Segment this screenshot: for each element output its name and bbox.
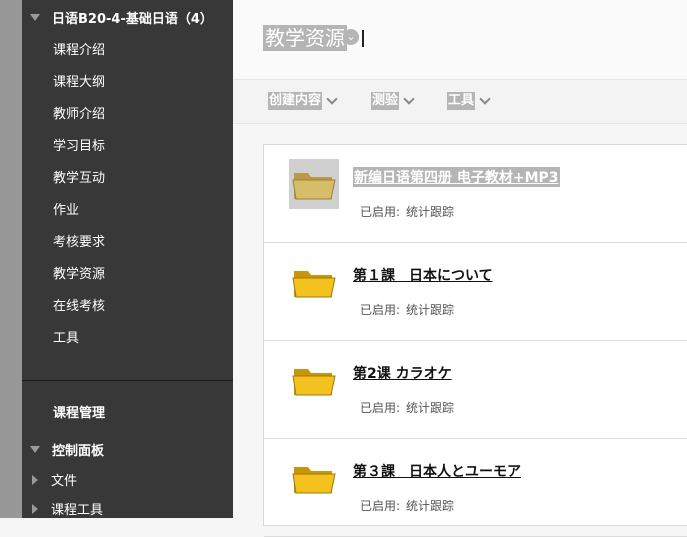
sidebar-item-course-tools[interactable]: 课程工具 [32, 499, 103, 518]
sidebar-item-course-intro[interactable]: 课程介绍 [53, 39, 105, 58]
sidebar-item-assessment-req[interactable]: 考核要求 [53, 231, 105, 250]
folder-icon[interactable] [289, 159, 339, 209]
item-title[interactable]: 第１課 日本について [353, 265, 493, 285]
page-title: 教学资源 [263, 25, 347, 51]
chevron-down-icon [326, 93, 338, 105]
status-label: 已启用: [360, 303, 401, 317]
sidebar-item-syllabus[interactable]: 课程大纲 [53, 71, 105, 90]
tools-button[interactable]: 工具 [447, 92, 491, 110]
status-value: 统计跟踪 [406, 401, 455, 415]
sidebar-item-tools[interactable]: 工具 [53, 327, 79, 346]
control-panel-header[interactable]: 控制面板 [30, 440, 104, 459]
create-content-button[interactable]: 创建内容 [268, 92, 338, 110]
course-tools-label: 课程工具 [51, 503, 104, 518]
folder-icon[interactable] [289, 453, 339, 503]
triangle-down-icon [30, 446, 40, 453]
list-item: 第１課 日本について 已启用: 统计跟踪 [264, 243, 687, 341]
item-status: 已启用: 统计跟踪 [360, 399, 454, 416]
course-sidebar: 日语B20-4-基础日语（4） 课程介绍 课程大纲 教师介绍 学习目标 教学互动… [22, 0, 233, 518]
item-title[interactable]: 第３課 日本人とユーモア [353, 461, 521, 481]
course-menu-header[interactable]: 日语B20-4-基础日语（4） [30, 6, 213, 28]
item-status: 已启用: 统计跟踪 [360, 301, 454, 318]
list-item: 第３課 日本人とユーモア 已启用: 统计跟踪 [264, 439, 687, 537]
sidebar-divider [22, 380, 233, 381]
sidebar-item-resources[interactable]: 教学资源 [53, 263, 105, 282]
sidebar-item-learning-goals[interactable]: 学习目标 [53, 135, 105, 154]
test-label: 测验 [371, 92, 400, 110]
sidebar-item-files[interactable]: 文件 [32, 470, 77, 489]
status-value: 统计跟踪 [406, 303, 455, 317]
course-title: 日语B20-4-基础日语（4） [52, 11, 213, 27]
main-content: 教学资源 ⌄ 创建内容 测验 工具 新编日语第四册 电子教材+MP3 已启用: … [233, 0, 687, 537]
tools-label: 工具 [447, 92, 476, 110]
folder-icon[interactable] [289, 257, 339, 307]
item-status: 已启用: 统计跟踪 [360, 497, 454, 514]
action-bar: 创建内容 测验 工具 [233, 80, 687, 124]
course-management-heading: 课程管理 [53, 406, 106, 421]
triangle-down-icon [30, 13, 40, 21]
control-panel-label: 控制面板 [52, 444, 105, 459]
create-content-label: 创建内容 [268, 92, 323, 110]
sidebar-item-online-exam[interactable]: 在线考核 [53, 295, 105, 314]
status-value: 统计跟踪 [406, 205, 455, 219]
list-item: 新编日语第四册 电子教材+MP3 已启用: 统计跟踪 [264, 145, 687, 243]
page-header: 教学资源 ⌄ [233, 0, 687, 80]
triangle-right-icon [32, 474, 38, 485]
status-value: 统计跟踪 [406, 499, 455, 513]
sidebar-item-assignments[interactable]: 作业 [53, 199, 79, 218]
test-button[interactable]: 测验 [371, 92, 415, 110]
chevron-down-icon [479, 93, 491, 105]
chevron-down-icon [403, 93, 415, 105]
item-status: 已启用: 统计跟踪 [360, 203, 454, 220]
content-list: 新编日语第四册 电子教材+MP3 已启用: 统计跟踪 第１課 日本について 已启用… [263, 144, 687, 537]
text-cursor [362, 30, 364, 47]
sidebar-item-teacher-intro[interactable]: 教师介绍 [53, 103, 105, 122]
status-label: 已启用: [360, 499, 401, 513]
item-title[interactable]: 第2课 カラオケ [353, 363, 452, 383]
list-item: 第2课 カラオケ 已启用: 统计跟踪 [264, 341, 687, 439]
left-gutter [0, 0, 22, 518]
chevron-down-icon[interactable]: ⌄ [343, 29, 359, 45]
triangle-right-icon [32, 503, 38, 514]
status-label: 已启用: [360, 205, 401, 219]
folder-icon[interactable] [289, 355, 339, 405]
status-label: 已启用: [360, 401, 401, 415]
item-title[interactable]: 新编日语第四册 电子教材+MP3 [353, 167, 560, 187]
files-label: 文件 [51, 474, 78, 489]
sidebar-item-interaction[interactable]: 教学互动 [53, 167, 105, 186]
